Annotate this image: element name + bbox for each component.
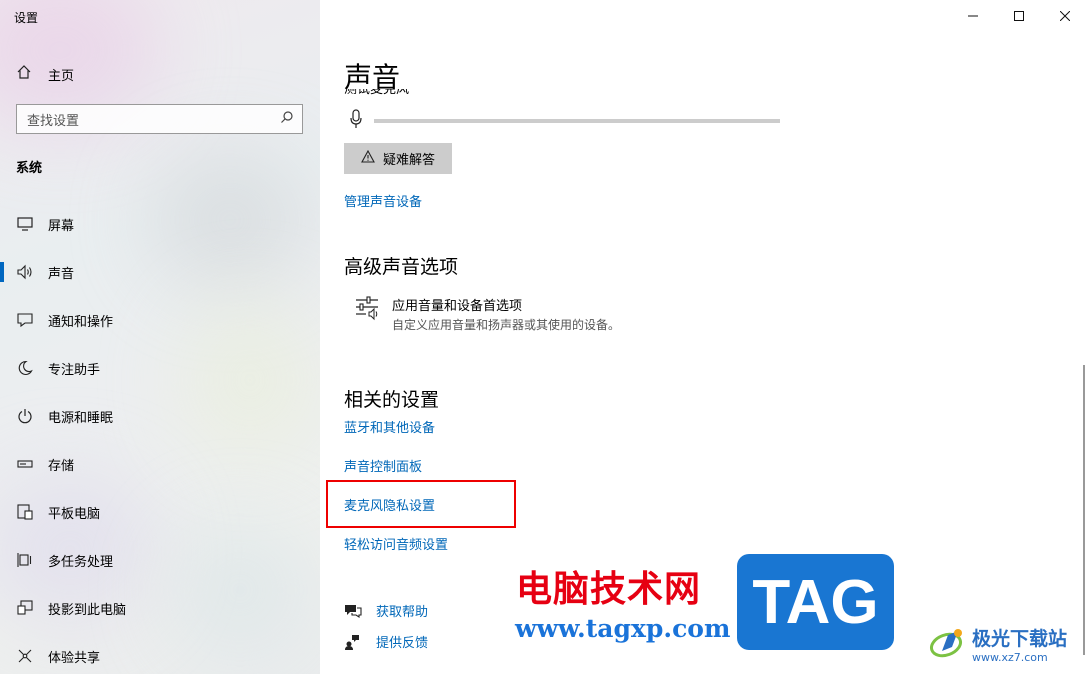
aurora-logo-icon	[928, 625, 968, 663]
advanced-sound-heading: 高级声音选项	[344, 256, 459, 278]
watermark-chinese-text: 电脑技术网	[516, 569, 702, 610]
project-icon	[16, 599, 34, 617]
search-placeholder: 查找设置	[27, 113, 80, 129]
feedback-icon	[344, 634, 362, 650]
home-label: 主页	[48, 68, 75, 84]
warning-icon	[361, 149, 383, 167]
sidebar-item-label: 体验共享	[48, 650, 101, 666]
power-icon	[16, 407, 34, 425]
scrollbar[interactable]	[1083, 365, 1085, 655]
help-chat-icon	[344, 603, 362, 619]
sound-control-panel-link[interactable]: 声音控制面板	[344, 456, 422, 475]
related-settings-heading: 相关的设置	[344, 389, 440, 411]
sidebar-item-shared-experiences[interactable]: 体验共享	[0, 632, 320, 674]
multitask-icon	[16, 551, 34, 569]
sidebar-item-sound[interactable]: 声音	[0, 248, 320, 296]
close-button[interactable]	[1042, 0, 1088, 32]
watermark-site-text: 极光下载站 www.xz7.com	[972, 624, 1067, 664]
test-microphone-text: 测试麦克风	[344, 89, 410, 97]
home-icon	[16, 64, 48, 84]
sidebar-item-focus-assist[interactable]: 专注助手	[0, 344, 320, 392]
troubleshoot-button[interactable]: 疑难解答	[344, 143, 452, 174]
app-volume-preferences-item[interactable]: 应用音量和设备首选项 自定义应用音量和扬声器或其使用的设备。	[354, 295, 620, 333]
minimize-button[interactable]	[950, 0, 996, 32]
watermark-site-url: www.xz7.com	[972, 651, 1048, 664]
sidebar-item-label: 存储	[48, 458, 75, 474]
microphone-level-bar	[374, 119, 780, 123]
app-volume-title: 应用音量和设备首选项	[392, 299, 523, 314]
microphone-icon	[350, 109, 362, 133]
sidebar-item-projecting[interactable]: 投影到此电脑	[0, 584, 320, 632]
search-input[interactable]: 查找设置	[16, 104, 303, 134]
sidebar: 设置 主页 查找设置 系统 屏幕 声音 通知和操作 专注助手 电源和睡眠 存储 …	[0, 0, 320, 674]
monitor-icon	[16, 215, 34, 233]
tablet-icon	[16, 503, 34, 521]
sidebar-item-tablet[interactable]: 平板电脑	[0, 488, 320, 536]
moon-icon	[16, 359, 34, 377]
give-feedback-link[interactable]: 提供反馈	[344, 632, 428, 651]
maximize-button[interactable]	[996, 0, 1042, 32]
microphone-level-row	[350, 109, 780, 133]
watermark-url: www.tagxp.com	[515, 614, 731, 643]
highlight-box	[326, 480, 516, 528]
sidebar-item-label: 投影到此电脑	[48, 602, 127, 618]
manage-sound-devices-link[interactable]: 管理声音设备	[344, 191, 422, 210]
sidebar-item-label: 电源和睡眠	[48, 410, 114, 426]
watermark-site-logo: 极光下载站 www.xz7.com	[928, 624, 1067, 664]
give-feedback-label: 提供反馈	[376, 636, 429, 651]
share-icon	[16, 647, 34, 665]
notification-icon	[16, 311, 34, 329]
watermark-site-name: 极光下载站	[972, 628, 1068, 650]
sidebar-item-label: 多任务处理	[48, 554, 114, 570]
troubleshoot-label: 疑难解答	[382, 153, 435, 168]
ease-of-access-audio-link[interactable]: 轻松访问音频设置	[344, 534, 448, 553]
get-help-label: 获取帮助	[376, 605, 429, 620]
app-volume-text: 应用音量和设备首选项 自定义应用音量和扬声器或其使用的设备。	[392, 295, 620, 333]
sidebar-item-label: 平板电脑	[48, 506, 101, 522]
get-help-link[interactable]: 获取帮助	[344, 601, 428, 620]
sidebar-item-notifications[interactable]: 通知和操作	[0, 296, 320, 344]
sidebar-item-multitasking[interactable]: 多任务处理	[0, 536, 320, 584]
sidebar-item-label: 专注助手	[48, 362, 101, 378]
section-label: 系统	[16, 161, 43, 176]
sidebar-item-label: 通知和操作	[48, 314, 114, 330]
speaker-icon	[16, 263, 34, 281]
mixer-icon	[354, 295, 380, 333]
watermark-tag-logo: TAG	[737, 554, 894, 650]
window-controls	[950, 0, 1088, 32]
sidebar-item-label: 屏幕	[48, 218, 75, 234]
sidebar-item-label: 声音	[48, 266, 75, 282]
window-title: 设置	[14, 11, 39, 25]
bluetooth-devices-link[interactable]: 蓝牙和其他设备	[344, 417, 435, 436]
home-nav-item[interactable]: 主页	[16, 62, 74, 86]
sidebar-item-power[interactable]: 电源和睡眠	[0, 392, 320, 440]
storage-icon	[16, 455, 34, 473]
search-icon[interactable]	[280, 110, 294, 128]
sidebar-nav: 屏幕 声音 通知和操作 专注助手 电源和睡眠 存储 平板电脑 多任务处理 投影到…	[0, 200, 320, 674]
sidebar-item-storage[interactable]: 存储	[0, 440, 320, 488]
main-content: 声音 测试麦克风 疑难解答 管理声音设备 高级声音选项 应用音量和设备首选项 自…	[320, 0, 1088, 674]
app-volume-description: 自定义应用音量和扬声器或其使用的设备。	[392, 318, 621, 332]
sidebar-item-display[interactable]: 屏幕	[0, 200, 320, 248]
test-microphone-label: 测试麦克风	[344, 89, 409, 97]
